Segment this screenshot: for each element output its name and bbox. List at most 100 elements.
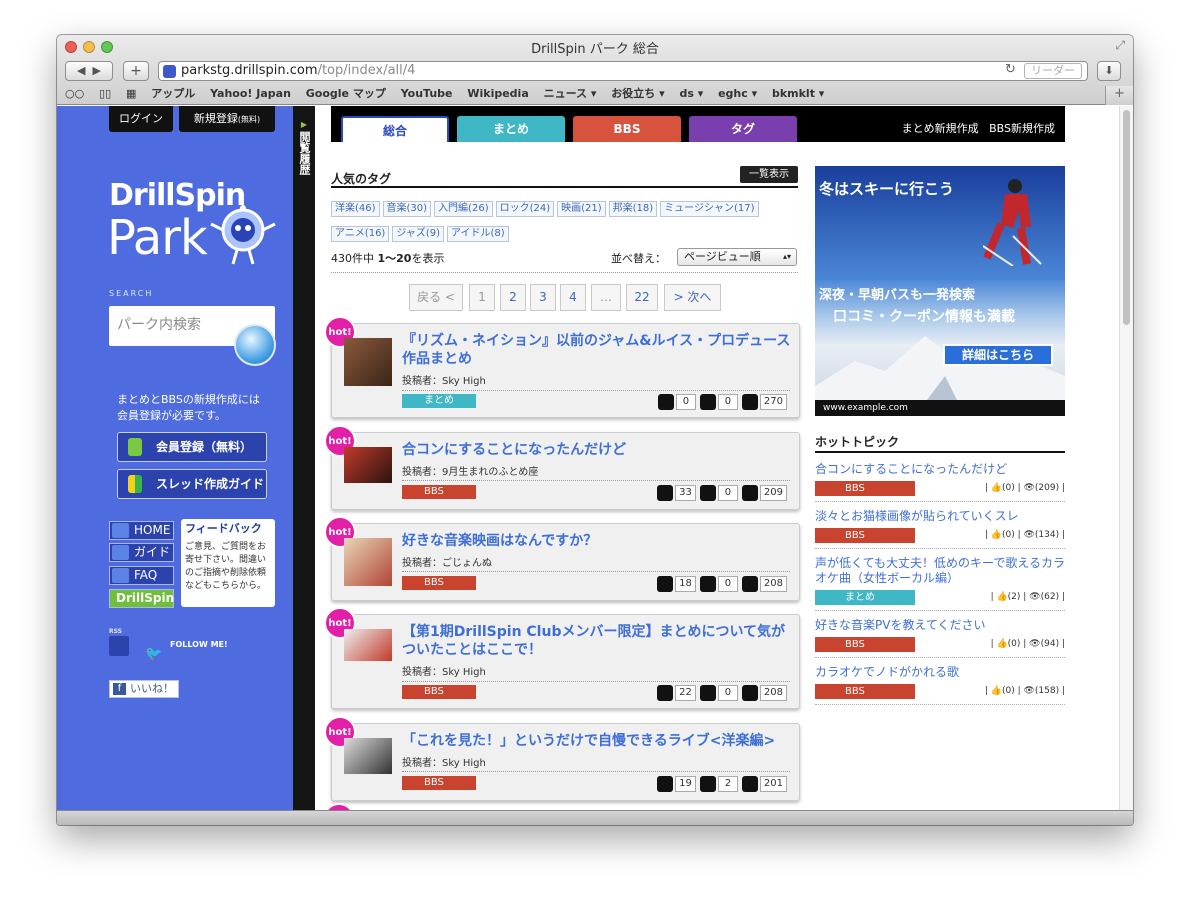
- hot-topic-title[interactable]: 声が低くても大丈夫！低めのキーで歌えるカラオケ曲（女性ボーカル編）: [815, 556, 1065, 586]
- sort-select[interactable]: ページビュー順 ▴▾: [677, 248, 797, 266]
- like-icon: [699, 394, 716, 410]
- pagination-page[interactable]: 3: [530, 284, 556, 311]
- nav-home-label: HOME: [134, 523, 171, 537]
- nav-faq[interactable]: FAQ: [109, 566, 174, 585]
- post-card[interactable]: hot! 好きな音楽映画はなんですか？ 投稿者：ごじょんぬ BBS 18 0 208: [324, 516, 800, 601]
- create-matome-link[interactable]: まとめ新規作成: [902, 122, 979, 135]
- like-icon: [699, 576, 716, 592]
- nav-home[interactable]: HOME: [109, 521, 174, 540]
- post-title[interactable]: 合コンにすることになったんだけど: [402, 441, 792, 459]
- tag-chip[interactable]: アニメ(16): [331, 226, 390, 242]
- ski-advertisement[interactable]: 冬はスキーに行こう 深夜・早朝バスも一発検索 口コミ・クーポン情報も満載 詳細は…: [815, 166, 1065, 416]
- forward-icon[interactable]: ▶: [93, 64, 101, 77]
- hot-topic-title[interactable]: カラオケでノドがかれる歌: [815, 665, 1065, 680]
- pagination-page[interactable]: 1: [469, 284, 495, 311]
- hot-topic-item[interactable]: 声が低くても大丈夫！低めのキーで歌えるカラオケ曲（女性ボーカル編） まとめ | …: [815, 556, 1065, 611]
- bookmark-item[interactable]: ニュース ▾: [544, 87, 597, 100]
- feedback-box[interactable]: フィードバック ご意見、ご質問をお寄せ下さい。間違いのご指摘や削除依頼などもこち…: [181, 519, 275, 607]
- nav-drillspin[interactable]: DrillSpin: [109, 589, 174, 608]
- pagination-prev[interactable]: 戻る <: [409, 284, 463, 311]
- tab-tag[interactable]: タグ: [689, 116, 797, 142]
- pagination-page[interactable]: 22: [626, 284, 658, 311]
- post-title[interactable]: 「これを見た！」というだけで自慢できるライブ<洋楽編>: [402, 732, 792, 750]
- tab-matome[interactable]: まとめ: [457, 116, 565, 142]
- history-bar[interactable]: ▶ 閲覧履歴: [293, 106, 315, 810]
- show-all-tags-button[interactable]: 一覧表示: [740, 166, 798, 183]
- add-tab-button[interactable]: +: [1105, 86, 1133, 105]
- vertical-scrollbar[interactable]: [1119, 106, 1133, 810]
- comment-icon: [657, 576, 674, 592]
- fullscreen-icon[interactable]: ⤢: [1115, 38, 1125, 53]
- bookmarks-icon[interactable]: ▯▯: [99, 87, 111, 100]
- login-button[interactable]: ログイン: [109, 106, 173, 132]
- reading-list-icon[interactable]: ○○: [65, 87, 84, 100]
- register-button[interactable]: 新規登録(無料): [179, 106, 275, 132]
- pagination-page[interactable]: 2: [500, 284, 526, 311]
- post-card[interactable]: hot! 「これを見た！」というだけで自慢できるライブ<洋楽編> 投稿者：Sky…: [324, 716, 800, 801]
- back-forward-buttons[interactable]: ◀ ▶: [65, 61, 113, 81]
- hot-topic-item[interactable]: 合コンにすることになったんだけど BBS | 👍(0) | 👁(209) |: [815, 462, 1065, 502]
- post-title[interactable]: 『リズム・ネイション』以前のジャム&ルイス・プロデュース作品まとめ: [402, 332, 792, 368]
- ad-details-button[interactable]: 詳細はこちら: [943, 344, 1053, 366]
- bookmark-item[interactable]: Yahoo! Japan: [210, 87, 291, 100]
- bookmark-item[interactable]: お役立ち ▾: [611, 87, 664, 100]
- rss-icon[interactable]: [109, 636, 129, 656]
- post-card[interactable]: hot! 【第1期DrillSpin Clubメンバー限定】まとめについて気がつ…: [324, 607, 800, 709]
- member-register-button[interactable]: 会員登録（無料）: [117, 432, 267, 462]
- reader-button[interactable]: リーダー: [1024, 63, 1082, 79]
- reload-icon[interactable]: ↻: [1005, 62, 1016, 77]
- hot-topic-item[interactable]: カラオケでノドがかれる歌 BBS | 👍(0) | 👁(158) |: [815, 665, 1065, 705]
- tab-bbs[interactable]: BBS: [573, 116, 681, 142]
- top-sites-icon[interactable]: ▦: [126, 87, 136, 100]
- thread-guide-label: スレッド作成ガイド: [156, 477, 265, 491]
- follow-me-link[interactable]: FOLLOW ME!: [170, 640, 230, 649]
- address-bar[interactable]: parkstg.drillspin.com/top/index/all/4: [158, 61, 1088, 81]
- bookmark-item[interactable]: ds ▾: [679, 87, 703, 100]
- tag-chip[interactable]: アイドル(8): [447, 226, 509, 242]
- back-icon[interactable]: ◀: [77, 64, 85, 77]
- sort-value: ページビュー順: [684, 250, 761, 263]
- pagination-next[interactable]: > 次へ: [664, 284, 721, 311]
- hot-topic-title[interactable]: 合コンにすることになったんだけど: [815, 462, 1065, 477]
- post-title[interactable]: 【第1期DrillSpin Clubメンバー限定】まとめについて気がついたことは…: [402, 623, 792, 659]
- post-card[interactable]: hot! 『リズム・ネイション』以前のジャム&ルイス・プロデュース作品まとめ 投…: [324, 316, 800, 418]
- tag-chip[interactable]: ミュージシャン(17): [660, 201, 759, 217]
- post-stats: 0 0 270: [654, 394, 787, 411]
- nav-guide[interactable]: ガイド: [109, 543, 174, 562]
- views-icon: [741, 776, 758, 792]
- hot-topic-stats: | 👍(0) | 👁(134) |: [984, 530, 1065, 540]
- create-bbs-link[interactable]: BBS新規作成: [989, 122, 1055, 135]
- hot-topic-views: (94): [1040, 639, 1060, 649]
- logo-text-park: Park: [107, 210, 208, 266]
- bookmark-item[interactable]: bkmklt ▾: [772, 87, 824, 100]
- bookmark-item[interactable]: Wikipedia: [467, 87, 528, 100]
- bookmark-item[interactable]: アップル: [151, 87, 195, 100]
- tag-chip[interactable]: ジャズ(9): [392, 226, 444, 242]
- tag-chip[interactable]: 入門編(26): [434, 201, 493, 217]
- tab-all[interactable]: 総合: [341, 116, 449, 142]
- tag-chip[interactable]: 洋楽(46): [331, 201, 380, 217]
- hot-topic-item[interactable]: 淡々とお猫様画像が貼られていくスレ BBS | 👍(0) | 👁(134) |: [815, 509, 1065, 549]
- post-title[interactable]: 好きな音楽映画はなんですか？: [402, 532, 792, 550]
- hot-topic-item[interactable]: 好きな音楽PVを教えてください BBS | 👍(0) | 👁(94) |: [815, 618, 1065, 658]
- facebook-like-button[interactable]: f いいね！: [109, 680, 179, 698]
- twitter-bird-icon[interactable]: 🐦: [145, 646, 162, 662]
- tag-chip[interactable]: 映画(21): [557, 201, 606, 217]
- guide-icon: [112, 545, 129, 560]
- bookmark-item[interactable]: eghc ▾: [718, 87, 757, 100]
- hot-topic-title[interactable]: 好きな音楽PVを教えてください: [815, 618, 1065, 633]
- bookmark-item[interactable]: Google マップ: [306, 87, 386, 100]
- beginner-mark-icon: [128, 438, 142, 456]
- pagination-page[interactable]: 4: [560, 284, 586, 311]
- tag-chip[interactable]: 音楽(30): [382, 201, 432, 217]
- thread-guide-button[interactable]: スレッド作成ガイド: [117, 469, 267, 499]
- bookmark-item[interactable]: YouTube: [401, 87, 453, 100]
- scrollbar-thumb[interactable]: [1123, 110, 1130, 325]
- post-card[interactable]: hot! 合コンにすることになったんだけど 投稿者：9月生まれのふとめ座 BBS…: [324, 425, 800, 510]
- new-tab-button[interactable]: +: [123, 61, 149, 81]
- hot-topic-title[interactable]: 淡々とお猫様画像が貼られていくスレ: [815, 509, 1065, 524]
- tag-chip[interactable]: ロック(24): [495, 201, 555, 217]
- downloads-icon[interactable]: ⬇: [1097, 61, 1121, 81]
- search-icon[interactable]: [234, 324, 276, 366]
- tag-chip[interactable]: 邦楽(18): [608, 201, 658, 217]
